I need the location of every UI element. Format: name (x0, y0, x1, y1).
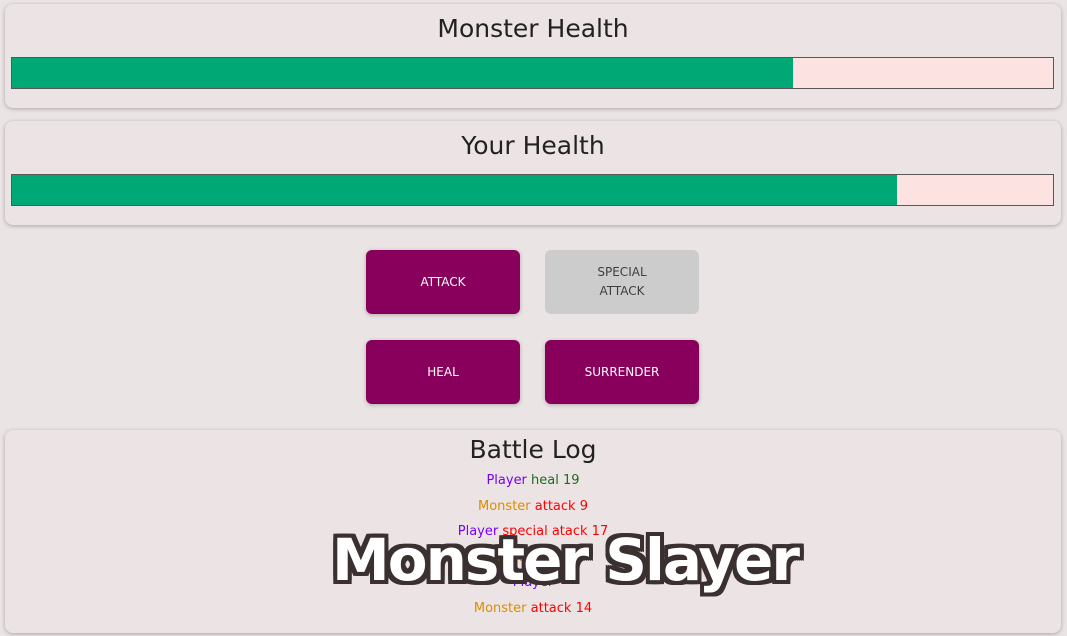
log-entry: Player heal 19 (5, 468, 1061, 494)
log-entry-actor: Monster (473, 600, 527, 616)
log-entry-actor: Player (486, 473, 527, 488)
player-health-bar (11, 174, 1054, 206)
log-entry: Player special atack 17 (5, 519, 1061, 545)
log-entry: Monster attack (5, 545, 1061, 571)
log-entry-actor: Monster (484, 549, 537, 565)
player-health-fill (12, 175, 897, 205)
log-entry-action: heal 19 (526, 473, 580, 488)
log-entry: Monster attack 9 (5, 494, 1061, 520)
log-entry-action: attack (536, 549, 582, 565)
log-entry: Monster attack 14 (5, 596, 1061, 622)
log-entry-action: special atack 17 (498, 524, 609, 540)
monster-health-bar (11, 57, 1054, 89)
special-attack-button[interactable]: SPECIAL ATTACK (545, 250, 699, 314)
monster-health-title: Monster Health (437, 14, 629, 43)
battle-log-title: Battle Log (469, 435, 597, 464)
log-entry-action: attack 14 (526, 600, 593, 616)
log-entry-actor: Player (457, 524, 499, 540)
monster-health-card: Monster Health (5, 4, 1061, 108)
log-entry-action: attack 9 (530, 498, 588, 514)
surrender-button[interactable]: SURRENDER (545, 340, 699, 404)
battle-log-list: Player heal 19 Monster attack 9 Player spe… (5, 468, 1061, 622)
battle-log-card: Battle Log Player heal 19 Monster attack … (5, 430, 1061, 633)
player-health-title: Your Health (461, 131, 605, 160)
log-entry-actor: Monster (478, 498, 531, 514)
player-health-card: Your Health (5, 121, 1061, 225)
monster-health-fill (12, 58, 793, 88)
heal-button[interactable]: HEAL (366, 340, 520, 404)
log-entry: Player (5, 570, 1061, 596)
log-entry-actor: Player (512, 575, 554, 591)
attack-button[interactable]: ATTACK (366, 250, 520, 314)
